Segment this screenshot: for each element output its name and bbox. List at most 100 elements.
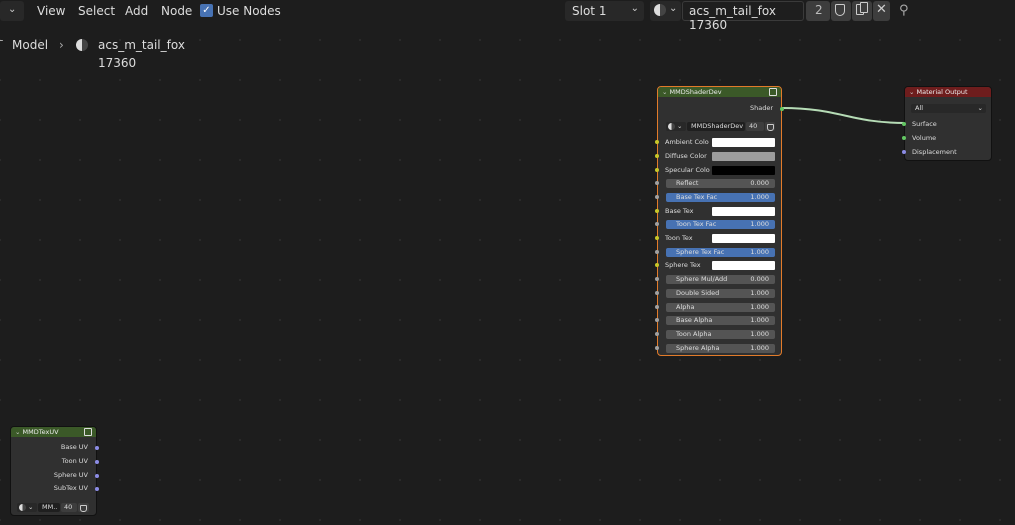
chevron-down-icon: ⌄ bbox=[8, 4, 17, 15]
double-sided-socket[interactable] bbox=[655, 291, 659, 295]
base-tex-swatch[interactable] bbox=[712, 207, 775, 216]
mmd-shader-node[interactable]: ⌄ MMDShaderDev Shader ⌄ MMDShaderDev 40 … bbox=[655, 86, 784, 356]
sphere-alpha-value: 1.000 bbox=[750, 344, 769, 352]
sphere-tex-fac-field[interactable]: Sphere Tex Fac 1.000 bbox=[666, 248, 775, 257]
pin-icon[interactable]: ⚲ bbox=[899, 0, 909, 22]
base-alpha-value: 1.000 bbox=[750, 316, 769, 324]
ambient-color-socket[interactable] bbox=[655, 140, 659, 144]
material-sphere-icon bbox=[76, 39, 88, 51]
toon-alpha-socket[interactable] bbox=[655, 332, 659, 336]
sphere-tex-fac-socket[interactable] bbox=[655, 250, 659, 254]
ambient-color-swatch[interactable] bbox=[712, 138, 775, 147]
node-header[interactable]: ⌄ MMDTexUV bbox=[11, 427, 96, 437]
volume-socket[interactable] bbox=[902, 136, 906, 140]
toon-tex-fac-socket[interactable] bbox=[655, 222, 659, 226]
shield-icon bbox=[80, 505, 87, 512]
material-browse-button[interactable]: ⌄ bbox=[650, 1, 681, 21]
base-alpha-socket[interactable] bbox=[655, 318, 659, 322]
sphere-tex-socket[interactable] bbox=[655, 263, 659, 267]
subtex-uv-socket[interactable] bbox=[95, 487, 99, 491]
collapse-chevron-icon[interactable]: ⌄ bbox=[662, 88, 670, 96]
base-tex-fac-socket[interactable] bbox=[655, 195, 659, 199]
node-group-selector[interactable]: ⌄ bbox=[17, 503, 37, 512]
sphere-muladd-socket[interactable] bbox=[655, 277, 659, 281]
reflect-value: 0.000 bbox=[750, 179, 769, 187]
alpha-socket[interactable] bbox=[655, 305, 659, 309]
menu-node[interactable]: Node bbox=[161, 0, 192, 22]
material-output-node[interactable]: ⌄ Material Output All ⌄ Surface Volume D… bbox=[902, 86, 992, 161]
node-group-users-count: 40 bbox=[64, 503, 73, 511]
base-alpha-label: Base Alpha bbox=[676, 316, 713, 324]
new-material-button[interactable] bbox=[852, 1, 872, 21]
collapse-chevron-icon[interactable]: ⌄ bbox=[15, 428, 23, 436]
diffuse-color-swatch[interactable] bbox=[712, 152, 775, 161]
menu-select[interactable]: Select bbox=[78, 0, 115, 22]
node-title: MMDTexUV bbox=[22, 428, 59, 436]
node-title: MMDShaderDev bbox=[669, 88, 722, 96]
editor-type-dropdown[interactable]: ⌄ bbox=[0, 1, 24, 21]
double-sided-field[interactable]: Double Sided 1.000 bbox=[666, 289, 775, 298]
specular-color-swatch[interactable] bbox=[712, 166, 775, 175]
base-tex-fac-label: Base Tex Fac bbox=[676, 193, 718, 201]
toon-alpha-field[interactable]: Toon Alpha 1.000 bbox=[666, 330, 775, 339]
material-name-field[interactable]: acs_m_tail_fox 17360 bbox=[682, 1, 804, 32]
sphere-alpha-field[interactable]: Sphere Alpha 1.000 bbox=[666, 344, 775, 353]
toon-tex-fac-field[interactable]: Toon Tex Fac 1.000 bbox=[666, 220, 775, 229]
chevron-down-icon: ⌄ bbox=[977, 104, 983, 112]
node-group-selector[interactable]: ⌄ bbox=[666, 122, 686, 131]
base-uv-socket[interactable] bbox=[95, 446, 99, 450]
node-group-users[interactable]: 40 bbox=[61, 503, 77, 512]
toon-tex-socket[interactable] bbox=[655, 236, 659, 240]
sphere-alpha-label: Sphere Alpha bbox=[676, 344, 720, 352]
volume-label: Volume bbox=[912, 134, 937, 142]
shader-output-label: Shader bbox=[749, 104, 773, 112]
sphere-muladd-field[interactable]: Sphere Mul/Add 0.000 bbox=[666, 275, 775, 284]
reflect-socket[interactable] bbox=[655, 181, 659, 185]
chevron-right-icon: › bbox=[59, 38, 64, 52]
sphere-tex-label: Sphere Tex bbox=[665, 261, 701, 269]
node-tree-icon bbox=[668, 123, 675, 130]
node-group-name-field[interactable]: MM.. bbox=[38, 503, 60, 512]
displacement-socket[interactable] bbox=[902, 150, 906, 154]
node-group-name: MM.. bbox=[42, 503, 58, 511]
slot-dropdown[interactable]: Slot 1 ⌄ bbox=[565, 1, 644, 21]
node-editor-canvas[interactable] bbox=[0, 0, 1015, 525]
shader-output-socket[interactable] bbox=[780, 107, 784, 111]
menu-add[interactable]: Add bbox=[125, 0, 148, 22]
base-tex-socket[interactable] bbox=[655, 209, 659, 213]
sphere-tex-swatch[interactable] bbox=[712, 261, 775, 270]
diffuse-color-socket[interactable] bbox=[655, 154, 659, 158]
node-group-fake-user[interactable] bbox=[78, 503, 89, 512]
unlink-material-button[interactable]: ✕ bbox=[873, 1, 890, 21]
chevron-down-icon: ⌄ bbox=[28, 503, 34, 511]
specular-color-socket[interactable] bbox=[655, 168, 659, 172]
node-group-icon bbox=[769, 88, 777, 96]
material-name: acs_m_tail_fox 17360 bbox=[689, 4, 776, 32]
node-header[interactable]: ⌄ MMDShaderDev bbox=[658, 87, 781, 97]
collapse-chevron-icon[interactable]: ⌄ bbox=[909, 88, 917, 96]
toon-alpha-value: 1.000 bbox=[750, 330, 769, 338]
node-group-fake-user[interactable] bbox=[765, 122, 775, 131]
toon-tex-label: Toon Tex bbox=[665, 234, 693, 242]
menu-view[interactable]: View bbox=[37, 0, 65, 22]
output-target-dropdown[interactable]: All ⌄ bbox=[911, 104, 986, 113]
sphere-alpha-socket[interactable] bbox=[655, 346, 659, 350]
toon-uv-socket[interactable] bbox=[95, 460, 99, 464]
reflect-field[interactable]: Reflect 0.000 bbox=[666, 179, 775, 188]
base-tex-fac-field[interactable]: Base Tex Fac 1.000 bbox=[666, 193, 775, 202]
user-count-button[interactable]: 2 bbox=[806, 1, 830, 21]
sphere-uv-label: Sphere UV bbox=[53, 471, 88, 479]
mmd-texuv-node[interactable]: ⌄ MMDTexUV Base UV Toon UV Sphere UV Sub… bbox=[10, 426, 99, 516]
sphere-muladd-label: Sphere Mul/Add bbox=[676, 275, 728, 283]
node-group-users[interactable]: 40 bbox=[746, 122, 764, 131]
fake-user-button[interactable] bbox=[831, 1, 851, 21]
toon-alpha-label: Toon Alpha bbox=[676, 330, 712, 338]
sphere-uv-socket[interactable] bbox=[95, 474, 99, 478]
node-header[interactable]: ⌄ Material Output bbox=[905, 87, 991, 97]
alpha-field[interactable]: Alpha 1.000 bbox=[666, 303, 775, 312]
toon-tex-swatch[interactable] bbox=[712, 234, 775, 243]
use-nodes-checkbox[interactable]: ✓ bbox=[200, 4, 213, 17]
base-alpha-field[interactable]: Base Alpha 1.000 bbox=[666, 316, 775, 325]
surface-socket[interactable] bbox=[902, 122, 906, 126]
node-group-name-field[interactable]: MMDShaderDev bbox=[687, 122, 745, 131]
